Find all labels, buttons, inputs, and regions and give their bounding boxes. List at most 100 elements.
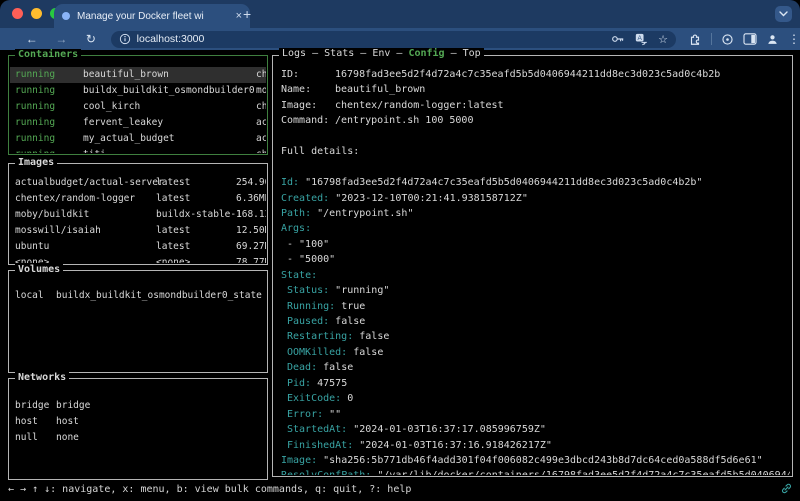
site-info-icon[interactable] bbox=[119, 33, 131, 45]
image-tag: buildx-stable-1 bbox=[156, 207, 242, 223]
container-row[interactable]: runningfervent_leakeyac bbox=[10, 115, 266, 131]
tab-search-chevron-icon[interactable] bbox=[775, 6, 792, 22]
image-name: chentex/random-logger bbox=[15, 191, 135, 207]
containers-panel: Containers runningbeautiful_brownchrunni… bbox=[8, 55, 268, 155]
tab-separator: — bbox=[306, 48, 324, 59]
browser-menu-icon[interactable]: ⋮ bbox=[788, 32, 800, 46]
forward-button[interactable]: → bbox=[52, 32, 72, 46]
images-panel-title: Images bbox=[15, 157, 57, 168]
url-text[interactable]: localhost:3000 bbox=[137, 33, 601, 45]
inspector-tab-logs[interactable]: Logs bbox=[282, 48, 306, 59]
image-row[interactable]: mosswill/isaiahlatest12.50M bbox=[10, 223, 266, 239]
detail-key: Pid: bbox=[287, 378, 311, 389]
detail-key: Id: bbox=[281, 177, 299, 188]
container-row[interactable]: runningbeautiful_brownch bbox=[10, 67, 266, 83]
connection-link-icon[interactable] bbox=[780, 482, 793, 495]
detail-value: "/entrypoint.sh" bbox=[311, 208, 413, 219]
extensions-puzzle-icon[interactable] bbox=[688, 32, 702, 46]
detail-value: 47575 bbox=[311, 378, 347, 389]
detail-line: Created: "2023-12-10T00:21:41.938158712Z… bbox=[281, 191, 790, 206]
detail-line: Image: "sha256:5b771db46f4add301f04f0060… bbox=[281, 453, 790, 468]
tab-separator: — bbox=[390, 48, 408, 59]
network-row[interactable]: nullnone bbox=[10, 430, 266, 446]
back-button[interactable]: ← bbox=[22, 32, 42, 46]
container-image: ch bbox=[256, 67, 266, 83]
detail-key: Status: bbox=[287, 285, 329, 296]
container-name: beautiful_brown bbox=[83, 67, 169, 83]
container-name: titi bbox=[83, 147, 106, 153]
detail-list-item: - "5000" bbox=[287, 254, 335, 265]
bookmark-star-icon[interactable]: ☆ bbox=[658, 33, 668, 46]
detail-value: 0 bbox=[341, 393, 353, 404]
close-window-button[interactable] bbox=[12, 8, 23, 19]
network-name: host bbox=[56, 414, 79, 430]
container-image: ac bbox=[256, 131, 266, 147]
detail-line: FinishedAt: "2024-01-03T16:37:16.9184262… bbox=[281, 438, 790, 453]
minimize-window-button[interactable] bbox=[31, 8, 42, 19]
browser-toolbar: ← → ↻ localhost:3000 A ☆ bbox=[0, 28, 800, 50]
volume-name: buildx_buildkit_osmondbuilder0_state bbox=[56, 288, 262, 304]
summary-value: chentex/random-logger:latest bbox=[335, 100, 504, 111]
volume-row[interactable]: localbuildx_buildkit_osmondbuilder0_stat… bbox=[10, 288, 266, 304]
image-tag: latest bbox=[156, 175, 190, 191]
detail-line: - "100" bbox=[281, 237, 790, 252]
container-image: mo bbox=[256, 83, 266, 99]
network-row[interactable]: bridgebridge bbox=[10, 398, 266, 414]
tab-favicon-icon bbox=[62, 12, 70, 20]
volumes-panel: Volumes localbuildx_buildkit_osmondbuild… bbox=[8, 270, 268, 373]
inspector-tab-config[interactable]: Config bbox=[408, 48, 444, 59]
detail-value: false bbox=[329, 316, 365, 327]
network-driver: null bbox=[15, 430, 38, 446]
container-name: cool_kirch bbox=[83, 99, 140, 115]
image-name: moby/buildkit bbox=[15, 207, 89, 223]
detail-key: Running: bbox=[287, 301, 335, 312]
container-row[interactable]: runningcool_kirchch bbox=[10, 99, 266, 115]
reload-button[interactable]: ↻ bbox=[81, 32, 101, 46]
detail-key: StartedAt: bbox=[287, 424, 347, 435]
image-tag: latest bbox=[156, 239, 190, 255]
inspector-tab-env[interactable]: Env bbox=[372, 48, 390, 59]
browser-tab[interactable]: Manage your Docker fleet wi × bbox=[54, 4, 250, 28]
detail-value: "2024-01-03T16:37:16.918426217Z" bbox=[353, 440, 552, 451]
image-row[interactable]: actualbudget/actual-serverlatest254.96 bbox=[10, 175, 266, 191]
status-bar: ← → ↑ ↓: navigate, x: menu, b: view bulk… bbox=[8, 484, 411, 495]
new-tab-button[interactable]: + bbox=[243, 7, 251, 21]
image-name: <none> bbox=[15, 255, 49, 263]
summary-line: Command:/entrypoint.sh 100 5000 bbox=[281, 113, 790, 128]
image-tag: <none> bbox=[156, 255, 190, 263]
detail-value: "sha256:5b771db46f4add301f04f006082c499e… bbox=[317, 455, 763, 466]
detail-line: Dead: false bbox=[281, 360, 790, 375]
detail-line: - "5000" bbox=[281, 252, 790, 267]
translate-icon[interactable]: A bbox=[635, 33, 648, 46]
container-row[interactable]: runningbuildx_buildkit_osmondbuilder0mo bbox=[10, 83, 266, 99]
detail-value: "/var/lib/docker/containers/16798fad3ee5… bbox=[371, 470, 790, 475]
pinned-extension-icon[interactable] bbox=[721, 33, 734, 46]
network-driver: bridge bbox=[15, 398, 49, 414]
containers-panel-title: Containers bbox=[15, 49, 81, 60]
inspector-tab-top[interactable]: Top bbox=[463, 48, 481, 59]
toolbar-divider bbox=[711, 33, 712, 45]
detail-line: Args: bbox=[281, 221, 790, 236]
detail-value: true bbox=[335, 301, 365, 312]
detail-key: FinishedAt: bbox=[287, 440, 353, 451]
tab-close-icon[interactable]: × bbox=[236, 10, 242, 22]
container-row[interactable]: runningmy_actual_budgetac bbox=[10, 131, 266, 147]
profile-avatar-icon[interactable] bbox=[766, 33, 779, 46]
side-panel-icon[interactable] bbox=[743, 33, 757, 45]
image-row[interactable]: moby/buildkitbuildx-stable-1168.13 bbox=[10, 207, 266, 223]
address-bar[interactable]: localhost:3000 A ☆ bbox=[111, 31, 676, 48]
image-row[interactable]: chentex/random-loggerlatest6.36MB bbox=[10, 191, 266, 207]
tab-separator: — bbox=[445, 48, 463, 59]
inspector-tab-stats[interactable]: Stats bbox=[324, 48, 354, 59]
svg-text:A: A bbox=[638, 34, 643, 41]
image-row[interactable]: ubuntulatest69.27M bbox=[10, 239, 266, 255]
browser-window: Manage your Docker fleet wi × + ← → ↻ lo… bbox=[0, 0, 800, 501]
detail-key: ResolvConfPath: bbox=[281, 470, 371, 475]
password-key-icon[interactable] bbox=[611, 33, 625, 45]
image-size: 78.77M bbox=[236, 255, 266, 263]
image-row[interactable]: <none> <none> 78.77M bbox=[10, 255, 266, 263]
network-row[interactable]: hosthost bbox=[10, 414, 266, 430]
detail-value: "2023-12-10T00:21:41.938158712Z" bbox=[329, 193, 528, 204]
container-image: ac bbox=[256, 115, 266, 131]
container-row[interactable]: runningtitich bbox=[10, 147, 266, 153]
